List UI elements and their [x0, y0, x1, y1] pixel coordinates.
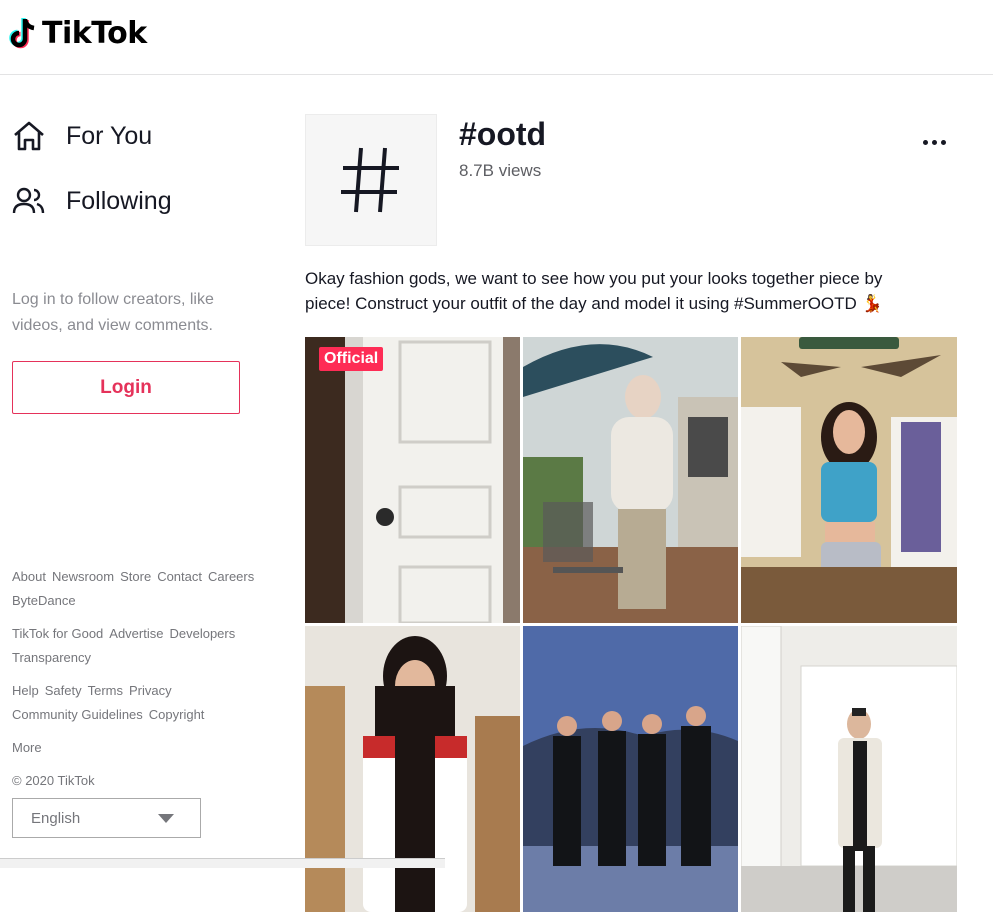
footer-link-more[interactable]: More	[12, 736, 42, 760]
nav-for-you[interactable]: For You	[12, 120, 152, 152]
footer-link-community-guidelines[interactable]: Community Guidelines	[12, 703, 143, 727]
nav-for-you-label: For You	[66, 121, 153, 150]
language-select[interactable]: English	[12, 798, 201, 838]
footer-row-1: About Newsroom Store Contact Careers Byt…	[12, 565, 257, 613]
footer-row-4: More	[12, 736, 257, 760]
video-thumbnail	[741, 337, 957, 623]
chevron-down-icon	[158, 813, 174, 823]
footer-link-contact[interactable]: Contact	[157, 565, 202, 589]
video-grid: Official	[305, 337, 957, 912]
login-button[interactable]: Login	[12, 361, 240, 414]
top-header: TikTok	[0, 0, 993, 75]
login-hint: Log in to follow creators, like videos, …	[12, 291, 214, 334]
footer-link-copyright[interactable]: Copyright	[149, 703, 205, 727]
hashtag-cover	[305, 114, 437, 246]
more-options-button[interactable]	[919, 136, 950, 149]
hashtag-icon	[341, 147, 399, 213]
footer-link-careers[interactable]: Careers	[208, 565, 254, 589]
video-tile[interactable]	[305, 626, 520, 912]
footer-row-2: TikTok for Good Advertise Developers Tra…	[12, 622, 257, 670]
video-tile[interactable]	[523, 337, 738, 623]
nav-following-label: Following	[66, 186, 172, 215]
logo-text: TikTok	[42, 16, 147, 51]
video-tile[interactable]	[741, 626, 957, 912]
footer-links: About Newsroom Store Contact Careers Byt…	[12, 565, 257, 793]
hashtag-description: Okay fashion gods, we want to see how yo…	[305, 269, 883, 313]
footer-link-developers[interactable]: Developers	[169, 622, 235, 646]
footer-link-bytedance[interactable]: ByteDance	[12, 589, 76, 613]
users-icon	[12, 187, 45, 214]
footer-link-about[interactable]: About	[12, 565, 46, 589]
video-thumbnail	[523, 337, 738, 623]
footer-link-newsroom[interactable]: Newsroom	[52, 565, 114, 589]
more-dot-icon	[932, 140, 937, 145]
video-thumbnail	[305, 626, 520, 912]
official-badge: Official	[319, 347, 384, 371]
video-thumbnail	[305, 337, 520, 623]
nav-following[interactable]: Following	[12, 186, 172, 216]
footer-link-advertise[interactable]: Advertise	[109, 622, 163, 646]
language-value: English	[31, 809, 81, 827]
footer-link-safety[interactable]: Safety	[45, 679, 82, 703]
video-tile[interactable]	[523, 626, 738, 912]
page-title: #ootd	[459, 116, 547, 152]
footer-row-3: Help Safety Terms Privacy Community Guid…	[12, 679, 257, 727]
video-thumbnail	[741, 626, 957, 912]
video-tile[interactable]	[741, 337, 957, 623]
video-thumbnail	[523, 626, 738, 912]
main-content: #ootd 8.7B views Okay fashion gods, we w…	[305, 76, 965, 912]
view-count: 8.7B views	[459, 161, 542, 180]
copyright-text: © 2020 TikTok	[12, 773, 95, 788]
tiktok-note-icon	[9, 17, 35, 48]
footer-link-tiktok-for-good[interactable]: TikTok for Good	[12, 622, 103, 646]
footer-link-terms[interactable]: Terms	[88, 679, 123, 703]
more-dot-icon	[923, 140, 928, 145]
sidebar: For You Following Log in to follow creat…	[0, 76, 260, 868]
video-tile[interactable]: Official	[305, 337, 520, 623]
footer-link-help[interactable]: Help	[12, 679, 39, 703]
browser-status-bar	[0, 858, 445, 868]
home-icon	[14, 121, 44, 151]
footer-link-store[interactable]: Store	[120, 565, 151, 589]
more-dot-icon	[941, 140, 946, 145]
footer-link-privacy[interactable]: Privacy	[129, 679, 172, 703]
footer-link-transparency[interactable]: Transparency	[12, 646, 91, 670]
tiktok-logo[interactable]: TikTok	[8, 16, 147, 51]
